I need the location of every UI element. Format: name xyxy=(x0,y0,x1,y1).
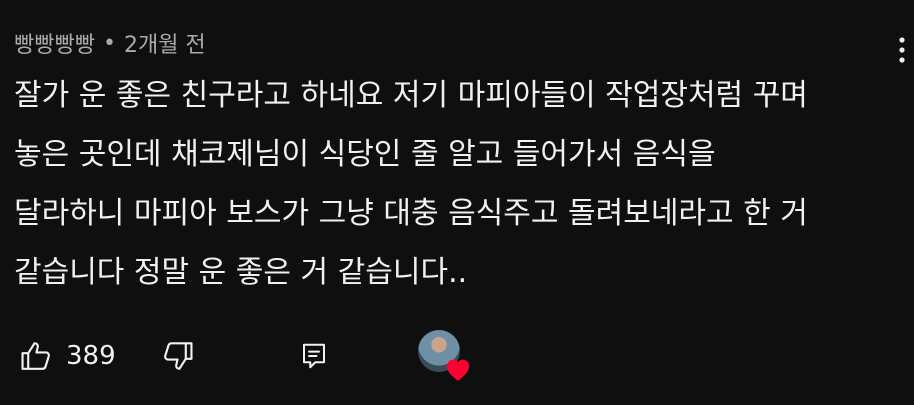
comment-time[interactable]: 2개월 전 xyxy=(124,27,206,59)
reply-comment-icon xyxy=(303,343,325,369)
meta-separator: • xyxy=(102,30,116,56)
reply-button[interactable] xyxy=(294,336,334,376)
comment-text-line: 달라하니 마피아 보스가 그냥 대충 음식주고 돌려보네라고 한 거 xyxy=(14,196,808,231)
dislike-button[interactable] xyxy=(158,336,198,376)
comment-text-line: 잘가 운 좋은 친구라고 하네요 저기 마피아들이 작업장처럼 꾸며 xyxy=(14,78,808,113)
thumbs-down-icon xyxy=(164,342,193,370)
creator-heart[interactable] xyxy=(418,330,474,382)
author-name[interactable]: 빵빵빵빵 xyxy=(14,27,95,59)
thumbs-up-icon xyxy=(21,342,50,370)
more-vertical-icon xyxy=(899,37,905,63)
heart-icon xyxy=(446,359,470,381)
comment-actions: 389 xyxy=(0,330,914,381)
comment-text-line: 같습니다 정말 운 좋은 거 같습니다.. xyxy=(14,255,468,290)
comment-card: 빵빵빵빵 • 2개월 전 잘가 운 좋은 친구라고 하네요 저기 마피아들이 작… xyxy=(0,0,914,405)
comment-text-line: 놓은 곳인데 채코제님이 식당인 줄 알고 들어가서 음식을 xyxy=(14,137,716,172)
like-button[interactable] xyxy=(16,336,56,376)
comment-header: 빵빵빵빵 • 2개월 전 xyxy=(14,26,206,60)
comment-text: 잘가 운 좋은 친구라고 하네요 저기 마피아들이 작업장처럼 꾸며 놓은 곳인… xyxy=(14,66,894,302)
like-count: 389 xyxy=(66,341,116,371)
